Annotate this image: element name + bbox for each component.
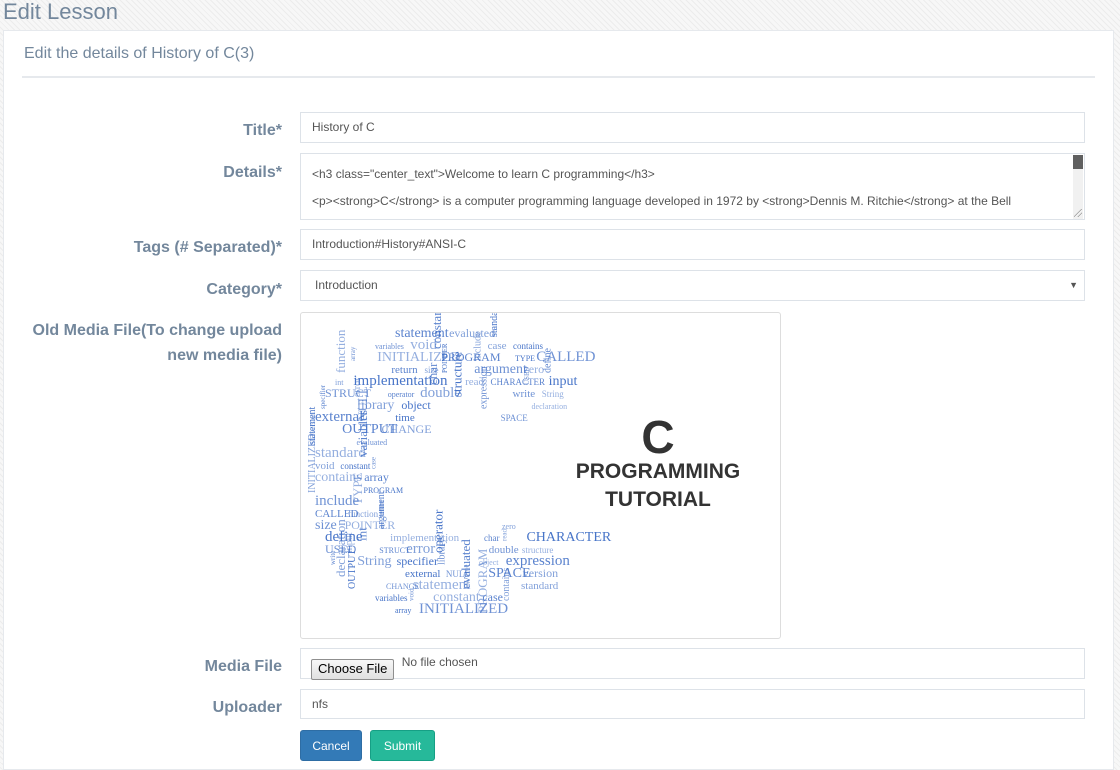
word-cloud-word: contains — [501, 568, 512, 601]
word-cloud-word: int — [355, 527, 370, 541]
word-cloud-word: input — [549, 374, 578, 389]
word-cloud-word: version — [523, 566, 558, 580]
title-label: Title* — [243, 122, 282, 139]
panel-heading: Edit the details of History of C(3) — [22, 31, 1095, 78]
word-cloud-word: CHARACTER — [491, 377, 546, 387]
word-cloud-word: char — [484, 533, 500, 543]
page-title: Edit Lesson — [3, 0, 118, 24]
tags-input[interactable]: Introduction#History#ANSI-C — [300, 229, 1085, 260]
word-cloud-word: TYPE — [350, 472, 365, 505]
word-cloud-word: standard — [489, 313, 500, 337]
word-cloud: statement evaluatedstandardvariables voidc… — [307, 313, 612, 617]
chevron-down-icon: ▼ — [1069, 280, 1078, 290]
resize-grip-icon[interactable] — [1074, 209, 1082, 217]
old-media-label-line2: new media file) — [167, 347, 282, 364]
word-cloud-word: char — [425, 362, 440, 385]
word-cloud-word: standard — [521, 580, 559, 592]
word-cloud-word: library — [436, 538, 447, 565]
c-programming-logo: statement evaluatedstandardvariables voidc… — [307, 313, 741, 617]
category-select[interactable]: Introduction ▼ — [300, 270, 1085, 301]
no-file-chosen-text: No file chosen — [401, 655, 478, 669]
word-cloud-word: void — [407, 588, 415, 601]
word-cloud-word: expression — [479, 366, 490, 409]
word-cloud-word: case — [370, 457, 378, 469]
word-cloud-word: array — [349, 346, 357, 361]
word-cloud-word: structure — [450, 351, 465, 397]
uploader-label: Uploader — [212, 699, 282, 716]
media-file-label: Media File — [204, 658, 282, 675]
word-cloud-word: String — [357, 554, 391, 569]
word-cloud-word: POINTER — [441, 343, 449, 373]
word-cloud-word: USED — [523, 367, 531, 385]
word-cloud-word: specifier — [397, 554, 438, 568]
details-line-2: <p><strong>C</strong> is a computer prog… — [312, 194, 1012, 208]
details-label: Details* — [223, 164, 282, 181]
word-cloud-word: specifier — [319, 384, 327, 409]
word-cloud-word: declaration — [333, 519, 348, 577]
word-cloud-word: INITIALIZED — [419, 601, 508, 617]
word-cloud-word: array — [395, 606, 411, 615]
details-scroll-thumb[interactable] — [1073, 155, 1083, 169]
word-cloud-word: SPACE — [501, 413, 529, 423]
cancel-button[interactable]: Cancel — [300, 730, 362, 761]
choose-file-button[interactable]: Choose File — [311, 659, 395, 680]
word-cloud-word: variables — [375, 593, 408, 603]
word-cloud-word: CHARACTER — [526, 530, 611, 545]
uploader-input[interactable]: nfs — [300, 689, 1085, 719]
logo-caption-line1: PROGRAMMING — [576, 460, 741, 483]
submit-button[interactable]: Submit — [370, 730, 435, 761]
word-cloud-word: String — [542, 389, 565, 399]
logo-big-letter: C — [641, 411, 674, 463]
word-cloud-word: variables — [355, 410, 370, 457]
panel-heading-text: Edit the details of History of C(3) — [24, 45, 255, 62]
word-cloud-word: read — [501, 528, 509, 541]
word-cloud-word: define — [542, 347, 553, 373]
category-label: Category* — [206, 281, 282, 298]
category-selected-value: Introduction — [315, 278, 378, 292]
word-cloud-word: CHANGE — [382, 422, 432, 436]
tags-label: Tags (# Separated)* — [133, 239, 282, 256]
details-line-1: <h3 class="center_text">Welcome to learn… — [312, 167, 655, 181]
word-cloud-word: INITIALIZED — [307, 434, 318, 493]
word-cloud-word: declaration — [532, 402, 568, 411]
word-cloud-word: function — [333, 329, 348, 373]
media-file-input[interactable]: Choose File No file chosen — [300, 648, 1085, 680]
details-textarea[interactable]: <h3 class="center_text">Welcome to learn… — [300, 153, 1085, 220]
word-cloud-word: include — [473, 331, 484, 361]
logo-caption-line2: TUTORIAL — [605, 488, 711, 511]
title-input[interactable]: History of C — [300, 112, 1085, 143]
word-cloud-word: OUTPUT — [347, 550, 358, 589]
old-media-image: statement evaluated standard variables void c… — [300, 312, 781, 639]
word-cloud-word: object — [401, 398, 431, 412]
word-cloud-word: write — [513, 388, 536, 400]
word-cloud-word: array — [364, 470, 389, 484]
word-cloud-word: argument — [376, 491, 387, 529]
word-cloud-word: PROGRAM — [475, 548, 490, 613]
old-media-label-line1: Old Media File(To change upload — [32, 322, 283, 339]
word-cloud-word: evaluated — [458, 539, 473, 589]
